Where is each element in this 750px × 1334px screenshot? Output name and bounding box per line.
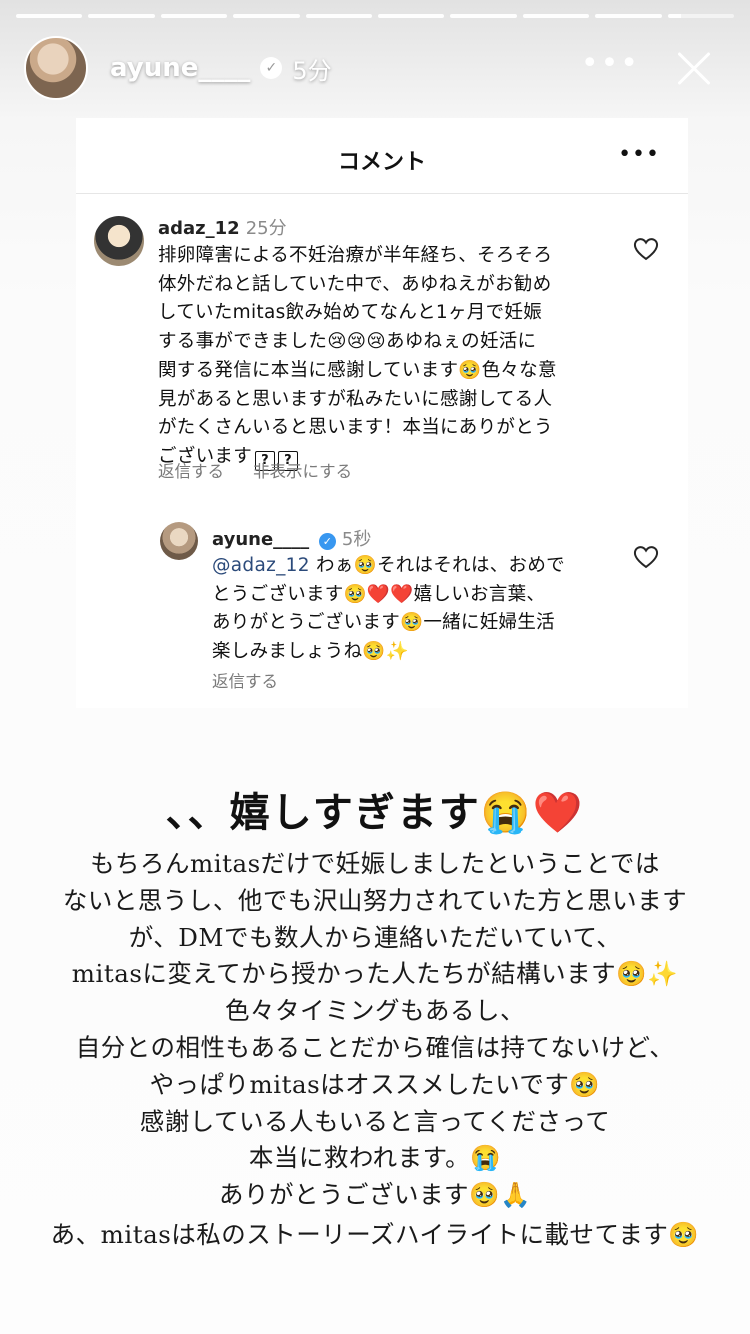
progress-segment	[160, 14, 228, 18]
story-text-line: ありがとうございます🥹🙏	[218, 1180, 531, 1210]
story-body-text: もちろんmitasだけで妊娠しましたということでは ないと思うし、他でも沢山努力…	[0, 846, 750, 1214]
progress-segment	[305, 14, 373, 18]
more-options-icon: •••	[618, 142, 660, 167]
progress-segment	[595, 14, 662, 18]
reply-line: @adaz_12 わぁ🥹それはそれは、おめで	[212, 552, 622, 581]
reply-line-rest: わぁ🥹それはそれは、おめで	[309, 555, 565, 576]
story-header: ayune____ ✓ 5分 •••	[24, 36, 730, 100]
comment-screenshot: コメント ••• adaz_12 25分 排卵障害による不妊治療が半年経ち、そろそ…	[76, 118, 688, 708]
story-text-line: もちろんmitasだけで妊娠しましたということでは	[90, 849, 660, 878]
story-username[interactable]: ayune____	[110, 53, 250, 83]
story-text-line: やっぱりmitasはオススメしたいです🥹	[149, 1069, 601, 1099]
reply-button: 返信する	[158, 462, 224, 481]
progress-segment	[88, 14, 155, 18]
heart-icon	[633, 546, 659, 569]
reply-line: とうございます🥹❤️❤️嬉しいお言葉、	[212, 583, 546, 605]
heart-icon	[633, 238, 659, 261]
avatar	[160, 522, 198, 560]
mention-link: @adaz_12	[212, 555, 310, 576]
story-footer-text: あ、mitasは私のストーリーズハイライトに載せてます🥹	[50, 1220, 700, 1249]
story-text-line: ないと思うし、他でも沢山努力されていた方と思います	[62, 885, 688, 915]
story-text-line: 本当に救われます。😭	[248, 1143, 502, 1173]
reply-text: @adaz_12 わぁ🥹それはそれは、おめで とうございます🥹❤️❤️嬉しいお言…	[212, 552, 622, 667]
comment-line: 関する発信に本当に感謝しています🥹色々な意	[158, 359, 557, 381]
progress-segment	[233, 14, 300, 18]
comment-header: adaz_12 25分	[158, 214, 287, 240]
comment-text: 排卵障害による不妊治療が半年経ち、そろそろ 体外だねと話していた中で、あゆねえが…	[158, 242, 628, 472]
story-timestamp: 5分	[292, 56, 332, 85]
reply-header: ayune____ ✓ 5秒	[212, 525, 371, 551]
hide-button: 非表示にする	[253, 462, 353, 481]
progress-segment-current	[667, 14, 735, 18]
progress-segment	[450, 14, 517, 18]
story-text-line: 色々タイミングもあるし、	[225, 996, 525, 1026]
comment-username: adaz_12	[158, 218, 240, 239]
comment-line: 見があると思いますが私みたいに感謝してる人	[158, 388, 553, 410]
comment-timestamp: 25分	[245, 218, 287, 239]
reply-button: 返信する	[212, 672, 278, 691]
reply-line: 楽しみましょうね🥹✨	[212, 641, 410, 663]
divider	[76, 193, 688, 194]
progress-segment	[522, 14, 590, 18]
story-text-line: 自分との相性もあることだから確信は持てないけど、	[75, 1032, 675, 1062]
reply-line: ありがとうございます🥹一緒に妊婦生活	[212, 612, 555, 634]
comment-line-last: ございます??	[158, 443, 628, 472]
reply-username: ayune____	[212, 529, 310, 550]
comment-line: していたmitas飲み始めてなんと1ヶ月で妊娠	[158, 302, 543, 324]
close-icon[interactable]	[662, 36, 726, 100]
avatar	[94, 216, 144, 266]
verified-badge-icon: ✓	[318, 533, 336, 550]
story-text-line: が、DMでも数人から連絡いただいていて、	[128, 922, 622, 952]
story-text-line: 感謝している人もいると言ってくださって	[139, 1106, 611, 1136]
comment-line: がたくさんいると思います！本当にありがとう	[158, 417, 553, 439]
more-options-icon[interactable]: •••	[581, 46, 640, 81]
comment-line: 排卵障害による不妊治療が半年経ち、そろそろ	[158, 245, 553, 266]
avatar[interactable]	[24, 36, 88, 100]
progress-segment	[16, 14, 83, 18]
comment-line: する事ができました😢😢😢あゆねぇの妊活に	[158, 331, 537, 353]
verified-badge-icon: ✓	[260, 57, 283, 79]
story-progress-bar	[16, 14, 735, 18]
story-headline: 、、嬉しすぎます😭❤️	[165, 791, 585, 835]
progress-segment	[378, 14, 445, 18]
reply-timestamp: 5秒	[341, 529, 372, 550]
story-text-line: mitasに変えてから授かった人たちが結構います🥹✨	[71, 959, 679, 989]
comment-sheet-title: コメント	[337, 150, 426, 175]
comment-line: 体外だねと話していた中で、あゆねえがお勧め	[158, 273, 552, 295]
